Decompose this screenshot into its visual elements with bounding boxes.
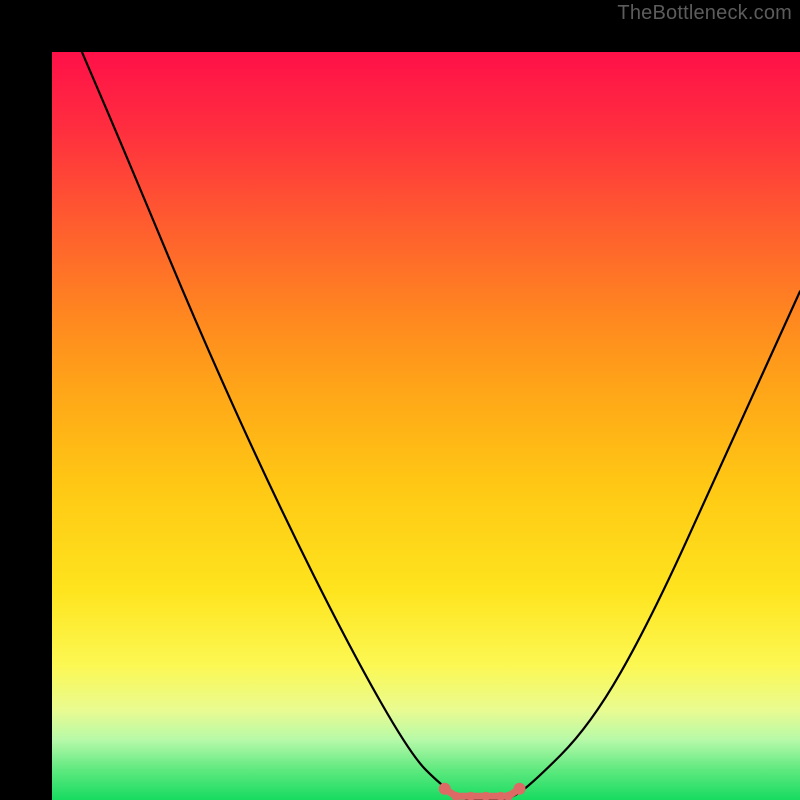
bottleneck-curve-path [82,52,800,800]
minimum-marker [514,783,526,795]
chart-plot-area [52,52,800,800]
chart-frame [0,0,800,800]
minimum-band-markers [439,783,526,800]
watermark-text: TheBottleneck.com [617,2,792,25]
chart-svg [52,52,800,800]
minimum-marker [439,783,451,795]
